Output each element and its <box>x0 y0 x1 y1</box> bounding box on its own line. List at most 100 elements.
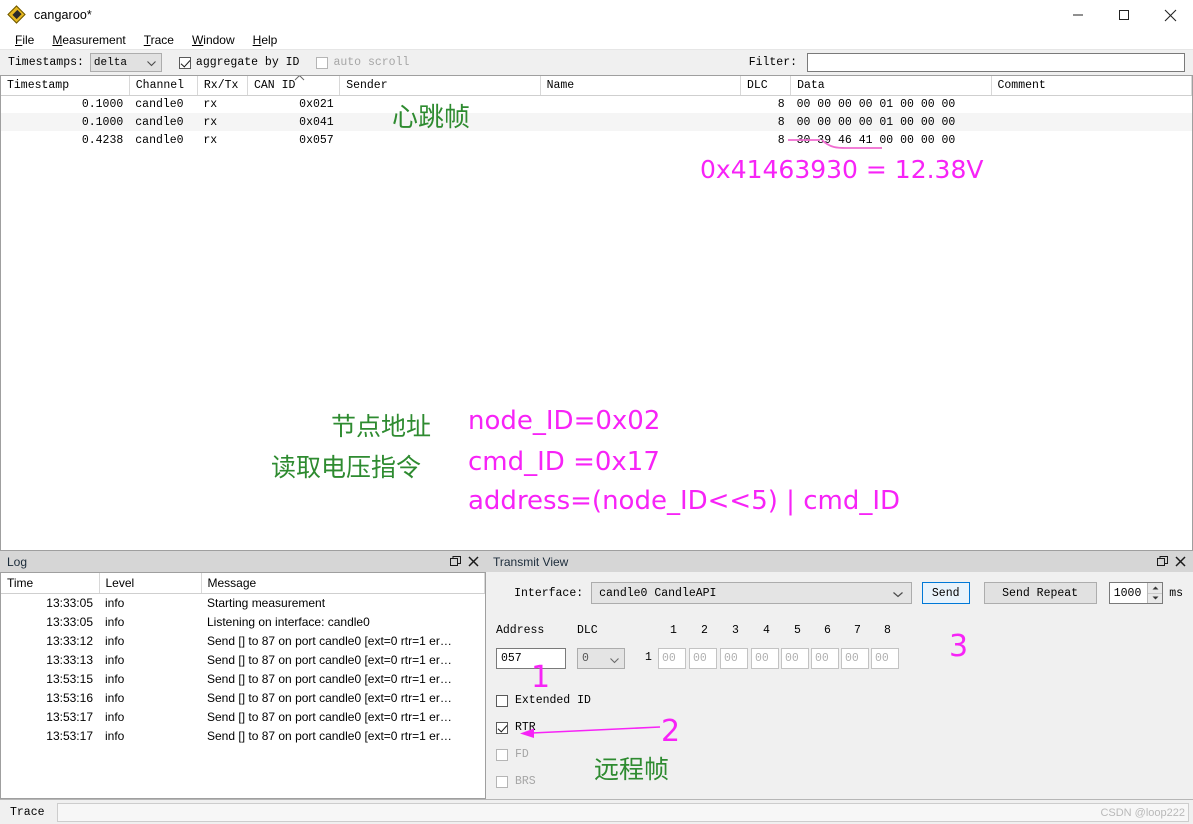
cell-rxtx: rx <box>197 95 247 113</box>
chevron-down-icon <box>893 589 903 602</box>
status-tab-trace[interactable]: Trace <box>0 800 57 824</box>
data-byte-7-input[interactable]: 00 <box>841 648 869 669</box>
menu-help[interactable]: Help <box>244 32 287 48</box>
list-item[interactable]: 13:33:05 info Listening on interface: ca… <box>1 612 485 631</box>
cell-dlc: 8 <box>741 95 791 113</box>
transmit-panel-body: Interface: candle0 CandleAPI Send Send R… <box>486 572 1193 799</box>
annotation-read-voltage-label: 读取电压指令 <box>271 448 421 484</box>
byte-header-2: 2 <box>701 624 708 637</box>
log-cell-message: Send [] to 87 on port candle0 [ext=0 rtr… <box>201 726 485 745</box>
col-dlc[interactable]: DLC <box>741 76 791 95</box>
log-panel-body: Time Level Message 13:33:05 info Startin… <box>0 572 486 799</box>
minimize-icon[interactable] <box>1055 0 1101 30</box>
brs-checkbox-box <box>496 776 508 788</box>
transmit-field-labels: Address DLC 1 2 3 4 5 6 7 8 <box>486 624 1193 648</box>
byte-header-3: 3 <box>732 624 739 637</box>
log-col-level[interactable]: Level <box>99 573 201 593</box>
data-byte-8-input[interactable]: 00 <box>871 648 899 669</box>
repeat-interval-spinner[interactable]: 1000 <box>1109 582 1163 604</box>
transmit-inputs-row: 057 0 1 00 00 00 00 00 <box>486 648 1193 674</box>
auto-scroll-checkbox[interactable]: auto scroll <box>311 56 409 69</box>
repeat-interval-unit: ms <box>1169 587 1183 600</box>
address-input[interactable]: 057 <box>496 648 566 669</box>
table-row[interactable]: 0.1000 candle0 rx 0x041 8 00 00 00 00 01… <box>1 113 1192 131</box>
col-can-id[interactable]: CAN ID <box>248 76 340 95</box>
log-cell-level: info <box>99 688 201 707</box>
send-button[interactable]: Send <box>922 582 970 604</box>
list-item[interactable]: 13:53:17 info Send [] to 87 on port cand… <box>1 726 485 745</box>
table-row[interactable]: 0.1000 candle0 rx 0x021 8 00 00 00 00 01… <box>1 95 1192 113</box>
trace-table-header: Timestamp Channel Rx/Tx CAN ID Sender Na… <box>1 76 1192 95</box>
float-window-icon[interactable] <box>446 553 464 571</box>
list-item[interactable]: 13:33:12 info Send [] to 87 on port cand… <box>1 631 485 650</box>
col-can-id-label: CAN ID <box>254 79 295 92</box>
col-comment[interactable]: Comment <box>991 76 1192 95</box>
data-byte-3-input[interactable]: 00 <box>720 648 748 669</box>
cell-sender <box>340 113 540 131</box>
list-item[interactable]: 13:53:16 info Send [] to 87 on port cand… <box>1 688 485 707</box>
spinner-down-icon[interactable] <box>1148 594 1162 604</box>
fd-checkbox-box <box>496 749 508 761</box>
col-sender[interactable]: Sender <box>340 76 540 95</box>
close-icon[interactable] <box>1147 0 1193 30</box>
log-cell-time: 13:53:16 <box>1 688 99 707</box>
log-table-container[interactable]: Time Level Message 13:33:05 info Startin… <box>0 572 486 799</box>
data-byte-4-input[interactable]: 00 <box>751 648 779 669</box>
brs-checkbox[interactable]: BRS <box>496 775 591 788</box>
col-timestamp[interactable]: Timestamp <box>1 76 129 95</box>
col-name[interactable]: Name <box>540 76 740 95</box>
menu-window-rest: indow <box>203 33 234 47</box>
data-byte-2-input[interactable]: 00 <box>689 648 717 669</box>
window-title: cangaroo* <box>34 8 92 22</box>
log-panel-title: Log <box>7 555 446 569</box>
rtr-checkbox[interactable]: RTR <box>496 721 591 734</box>
dlc-select[interactable]: 0 <box>577 648 625 669</box>
spinner-up-icon[interactable] <box>1148 583 1162 594</box>
window-controls <box>1055 0 1193 30</box>
list-item[interactable]: 13:33:05 info Starting measurement <box>1 593 485 612</box>
log-cell-level: info <box>99 593 201 612</box>
log-col-time[interactable]: Time <box>1 573 99 593</box>
timestamps-select[interactable]: delta <box>90 53 162 72</box>
cell-data: 00 00 00 00 01 00 00 00 <box>791 113 991 131</box>
list-item[interactable]: 13:53:17 info Send [] to 87 on port cand… <box>1 707 485 726</box>
log-cell-level: info <box>99 726 201 745</box>
log-col-message[interactable]: Message <box>201 573 485 593</box>
extended-id-checkbox-box <box>496 695 508 707</box>
data-byte-2-value: 00 <box>693 652 707 665</box>
trace-view[interactable]: Timestamp Channel Rx/Tx CAN ID Sender Na… <box>0 76 1193 551</box>
col-channel[interactable]: Channel <box>129 76 197 95</box>
menu-measurement-rest: easurement <box>62 33 125 47</box>
close-icon[interactable] <box>464 553 482 571</box>
annotation-cmd-id-expr: cmd_ID =0x17 <box>468 447 660 477</box>
float-window-icon[interactable] <box>1153 553 1171 571</box>
fd-checkbox[interactable]: FD <box>496 748 591 761</box>
data-byte-6-input[interactable]: 00 <box>811 648 839 669</box>
trace-table-body: 0.1000 candle0 rx 0x021 8 00 00 00 00 01… <box>1 95 1192 149</box>
cell-can-id: 0x021 <box>248 95 340 113</box>
cell-channel: candle0 <box>129 113 197 131</box>
dlc-label: DLC <box>577 624 598 637</box>
col-rxtx[interactable]: Rx/Tx <box>197 76 247 95</box>
col-data[interactable]: Data <box>791 76 991 95</box>
data-byte-5-input[interactable]: 00 <box>781 648 809 669</box>
table-row[interactable]: 0.4238 candle0 rx 0x057 8 30 39 46 41 00… <box>1 131 1192 149</box>
data-byte-1-input[interactable]: 00 <box>658 648 686 669</box>
list-item[interactable]: 13:53:15 info Send [] to 87 on port cand… <box>1 669 485 688</box>
maximize-icon[interactable] <box>1101 0 1147 30</box>
close-icon[interactable] <box>1171 553 1189 571</box>
extended-id-checkbox[interactable]: Extended ID <box>496 694 591 707</box>
cangaroo-diamond-icon <box>8 6 26 24</box>
send-repeat-button[interactable]: Send Repeat <box>984 582 1097 604</box>
interface-select[interactable]: candle0 CandleAPI <box>591 582 912 604</box>
aggregate-by-id-checkbox[interactable]: aggregate by ID <box>174 56 300 69</box>
filter-input[interactable] <box>807 53 1185 72</box>
menu-measurement[interactable]: Measurement <box>43 32 134 48</box>
menu-trace[interactable]: Trace <box>135 32 183 48</box>
chevron-down-icon <box>610 655 619 668</box>
data-byte-7-value: 00 <box>845 652 859 665</box>
list-item[interactable]: 13:33:13 info Send [] to 87 on port cand… <box>1 650 485 669</box>
menu-file[interactable]: File <box>6 32 43 48</box>
menu-window[interactable]: Window <box>183 32 244 48</box>
log-table-body: 13:33:05 info Starting measurement 13:33… <box>1 593 485 745</box>
